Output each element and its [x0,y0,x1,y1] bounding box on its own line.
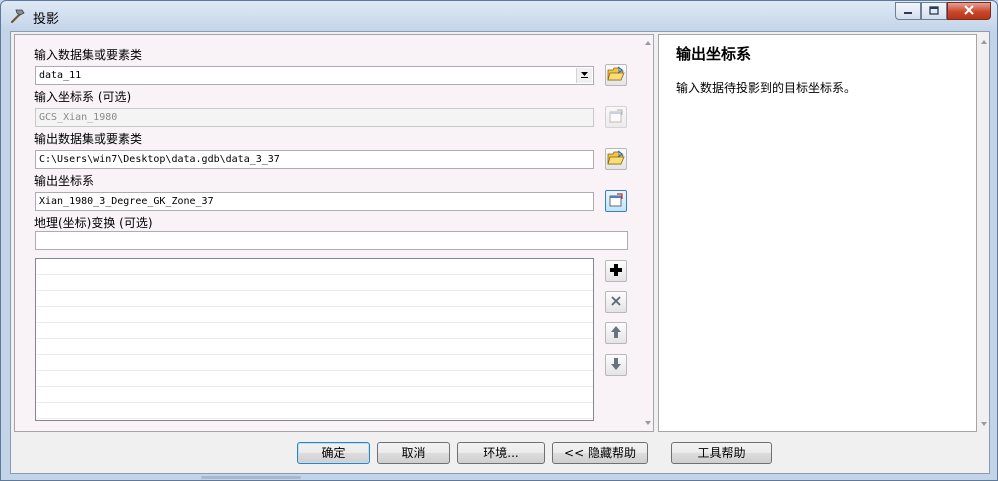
hide-help-button[interactable]: << 隐藏帮助 [552,442,648,464]
input-crs-value: GCS_Xian_1980 [39,112,118,123]
output-crs-label: 输出坐标系 [34,174,95,188]
cancel-button[interactable]: 取消 [377,442,450,464]
input-crs-field[interactable]: GCS_Xian_1980 [35,108,594,127]
output-dataset-value: C:\Users\win7\Desktop\data.gdb\data_3_37 [39,154,280,165]
browse-output-button[interactable] [605,148,627,170]
input-dataset-label: 输入数据集或要素类 [34,48,143,62]
help-text: 输入数据待投影到的目标坐标系。 [676,81,857,95]
geo-transform-field[interactable] [35,231,628,250]
spatial-reference-icon [608,108,624,127]
browse-input-button[interactable] [605,64,627,86]
environments-button[interactable]: 环境... [457,442,545,464]
window-controls [895,2,991,20]
scroll-down-icon[interactable] [645,421,651,425]
add-button[interactable] [605,260,627,282]
resize-grip [201,476,301,479]
add-icon [609,263,623,280]
button-bar: 确定 取消 环境... << 隐藏帮助 工具帮助 [11,435,989,473]
parameter-panel: 输入数据集或要素类 data_11 输入坐标系 (可选) GCS_Xian_19… [14,34,654,432]
move-up-icon [610,325,622,342]
hammer-icon [9,7,27,25]
chevron-down-icon [580,67,589,84]
title-bar[interactable]: 投影 [1,1,997,31]
scroll-up-icon[interactable] [645,41,651,45]
transform-listbox[interactable] [35,258,594,421]
help-panel: 输出坐标系 输入数据待投影到的目标坐标系。 [658,34,977,432]
remove-button[interactable] [605,291,627,313]
maximize-icon [929,4,939,18]
spatial-reference-icon [608,192,624,211]
move-down-icon [610,357,622,374]
input-dataset-value: data_11 [39,70,82,81]
remove-icon [610,295,622,310]
help-scrollbar[interactable] [978,34,989,432]
parameter-scrollbar[interactable] [642,35,654,431]
dialog-window: 投影 输入数据集或要素类 data_11 输入坐标系 (可选) GCS_Xian… [0,0,998,481]
minimize-icon [903,4,913,18]
ok-button[interactable]: 确定 [297,442,370,464]
geo-transform-label: 地理(坐标)变换 (可选) [34,216,153,230]
input-crs-properties-button[interactable] [605,106,627,128]
open-folder-icon [607,66,625,85]
output-crs-properties-button[interactable] [605,190,627,212]
help-title: 输出坐标系 [676,45,752,63]
window-title: 投影 [33,12,60,27]
dropdown-button[interactable] [576,68,592,83]
move-down-button[interactable] [605,354,627,376]
output-dataset-label: 输出数据集或要素类 [34,132,143,146]
maximize-button[interactable] [921,2,947,20]
input-crs-label: 输入坐标系 (可选) [34,90,132,104]
minimize-button[interactable] [895,2,921,20]
dialog-client-area: 输入数据集或要素类 data_11 输入坐标系 (可选) GCS_Xian_19… [10,31,990,474]
scroll-down-icon[interactable] [981,422,987,426]
move-up-button[interactable] [605,322,627,344]
scroll-up-icon[interactable] [981,40,987,44]
output-crs-value: Xian_1980_3_Degree_GK_Zone_37 [39,196,214,207]
output-dataset-field[interactable]: C:\Users\win7\Desktop\data.gdb\data_3_37 [35,150,594,169]
close-icon [963,4,975,18]
close-button[interactable] [947,2,991,20]
output-crs-field[interactable]: Xian_1980_3_Degree_GK_Zone_37 [35,192,594,211]
open-folder-icon [607,150,625,169]
tool-help-button[interactable]: 工具帮助 [671,442,772,464]
input-dataset-combobox[interactable]: data_11 [35,66,594,85]
